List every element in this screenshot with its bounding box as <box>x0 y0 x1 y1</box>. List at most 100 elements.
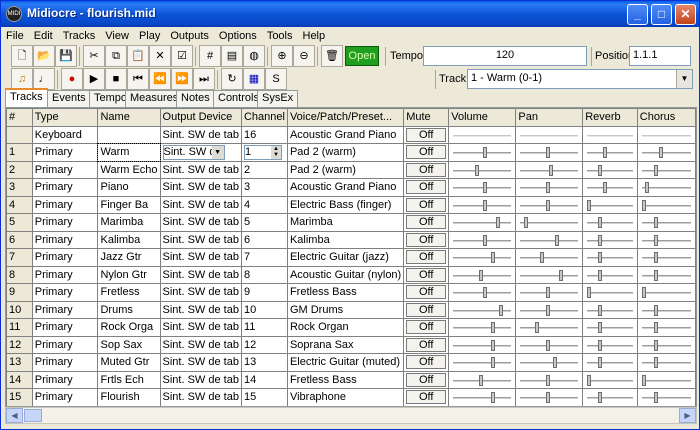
cell-chorus[interactable] <box>636 143 696 162</box>
reverb-slider[interactable] <box>585 197 635 213</box>
chorus-slider[interactable] <box>640 162 693 178</box>
cell-channel[interactable]: 7 <box>240 248 288 267</box>
cell-mute[interactable]: Off <box>403 370 450 389</box>
chorus-slider[interactable] <box>640 232 693 248</box>
mute-toggle-button[interactable]: Off <box>406 180 447 195</box>
cell-name[interactable]: Finger Ba <box>97 195 161 214</box>
volume-slider-thumb[interactable] <box>490 322 495 334</box>
scroll-right-icon[interactable]: ▶ <box>679 408 696 423</box>
cell-pan[interactable] <box>515 318 584 337</box>
spin-arrows-icon[interactable]: ▲ ▼ <box>270 145 281 159</box>
chorus-slider-thumb[interactable] <box>653 322 658 334</box>
table-row[interactable]: 6 Primary Kalimba Sint. SW de tab 6 Kalimba Of… <box>6 230 696 249</box>
table-row[interactable]: 2 Primary Warm Echo Sint. SW de tab 2 Pad 2 (… <box>6 160 696 179</box>
row-number[interactable]: 6 <box>6 230 33 249</box>
cell-volume[interactable] <box>448 125 517 144</box>
tab-tracks[interactable]: Tracks <box>5 88 48 108</box>
forward-to-end-icon[interactable]: ⏭ <box>193 68 215 90</box>
menu-file[interactable]: File <box>1 27 29 42</box>
table-row[interactable]: Keyboard Sint. SW de tab 16 Acoustic Grand … <box>6 125 696 144</box>
tab-notes[interactable]: Notes <box>176 90 215 107</box>
row-number[interactable]: 2 <box>6 160 33 179</box>
cell-output-device[interactable]: Sint. SW de tab <box>159 160 242 179</box>
cell-volume[interactable] <box>448 265 517 284</box>
volume-slider-thumb[interactable] <box>490 392 495 404</box>
row-number[interactable]: 9 <box>6 283 33 302</box>
loop-icon[interactable]: ↻ <box>221 68 243 90</box>
cell-channel[interactable]: 13 <box>240 353 288 372</box>
cell-type[interactable]: Primary <box>31 318 99 337</box>
pan-slider-thumb[interactable] <box>524 217 528 229</box>
sync-icon[interactable]: S <box>265 68 287 90</box>
cell-channel[interactable]: 6 <box>240 230 288 249</box>
cell-reverb[interactable] <box>582 230 638 249</box>
pan-slider-thumb[interactable] <box>535 322 540 334</box>
reverb-slider[interactable] <box>585 162 635 178</box>
pan-slider-thumb[interactable] <box>546 199 551 211</box>
cell-mute[interactable]: Off <box>403 125 450 144</box>
open-button[interactable]: Open <box>345 46 379 66</box>
volume-slider[interactable] <box>451 354 513 370</box>
menu-edit[interactable]: Edit <box>29 27 58 42</box>
pan-slider[interactable] <box>518 249 580 265</box>
reverb-slider[interactable] <box>585 144 635 160</box>
cell-type[interactable]: Primary <box>31 335 99 354</box>
copy-icon[interactable]: ⧉ <box>105 45 127 67</box>
cell-reverb[interactable] <box>582 213 638 232</box>
cell-type[interactable]: Primary <box>31 283 99 302</box>
cell-chorus[interactable] <box>636 388 696 406</box>
reverb-slider-thumb[interactable] <box>598 322 603 334</box>
reverb-slider-thumb[interactable] <box>598 269 603 281</box>
cell-output-device[interactable]: Sint. SW de tab <box>159 213 242 232</box>
pan-slider[interactable] <box>518 179 580 195</box>
cell-volume[interactable] <box>448 370 517 389</box>
cell-mute[interactable]: Off <box>403 213 450 232</box>
cell-volume[interactable] <box>448 388 517 406</box>
reverb-slider-thumb[interactable] <box>602 147 607 159</box>
chevron-down-icon[interactable]: ▼ <box>676 70 692 88</box>
volume-slider[interactable] <box>451 319 513 335</box>
volume-slider[interactable] <box>451 179 513 195</box>
cell-chorus[interactable] <box>636 283 696 302</box>
chorus-slider[interactable] <box>640 249 693 265</box>
reverb-slider-thumb[interactable] <box>598 164 603 176</box>
cell-type[interactable]: Primary <box>31 213 99 232</box>
pan-slider[interactable] <box>518 337 580 353</box>
cell-name[interactable]: Warm Echo <box>97 160 161 179</box>
cell-type[interactable]: Primary <box>31 195 99 214</box>
cell-pan[interactable] <box>515 143 584 162</box>
cell-output-device[interactable]: Sint. SW de tab <box>159 353 242 372</box>
cell-channel[interactable]: 1 ▲ ▼ <box>240 143 288 162</box>
mute-toggle-button[interactable]: Off <box>406 215 447 230</box>
cell-reverb[interactable] <box>582 300 638 319</box>
volume-slider[interactable] <box>451 232 513 248</box>
cell-output-device[interactable]: Sint. SW de tab <box>159 335 242 354</box>
cell-pan[interactable] <box>515 388 584 406</box>
cell-type[interactable]: Keyboard <box>31 125 99 144</box>
maximize-button[interactable]: □ <box>651 4 672 25</box>
cell-output-device[interactable]: Sint. SW de tab <box>159 370 242 389</box>
volume-slider-thumb[interactable] <box>490 252 495 264</box>
volume-slider-thumb[interactable] <box>490 339 495 351</box>
column-header-channel[interactable]: Channel <box>240 108 288 127</box>
volume-slider[interactable] <box>451 267 513 283</box>
menu-play[interactable]: Play <box>134 27 165 42</box>
cell-output-device[interactable]: Sint. SW de tab <box>159 265 242 284</box>
column-header-mute[interactable]: Mute <box>403 108 450 127</box>
column-header-name[interactable]: Name <box>97 108 161 127</box>
track-select[interactable]: 1 - Warm (0-1) ▼ <box>467 69 693 89</box>
chorus-slider[interactable] <box>640 144 693 160</box>
cell-type[interactable]: Primary <box>31 370 99 389</box>
table-row[interactable]: 8 Primary Nylon Gtr Sint. SW de tab 8 Acousti… <box>6 265 696 284</box>
volume-slider-thumb[interactable] <box>482 182 487 194</box>
volume-slider[interactable] <box>451 249 513 265</box>
cell-volume[interactable] <box>448 353 517 372</box>
mute-toggle-button[interactable]: Off <box>406 267 447 282</box>
pan-slider[interactable] <box>518 232 580 248</box>
volume-slider-thumb[interactable] <box>479 374 484 386</box>
trash-icon[interactable]: 🗑 <box>321 45 343 67</box>
cell-output-device[interactable]: Sint. SW d ▼ <box>159 143 242 162</box>
chorus-slider[interactable] <box>640 389 693 405</box>
reverb-slider[interactable] <box>585 284 635 300</box>
reverb-slider[interactable] <box>585 337 635 353</box>
